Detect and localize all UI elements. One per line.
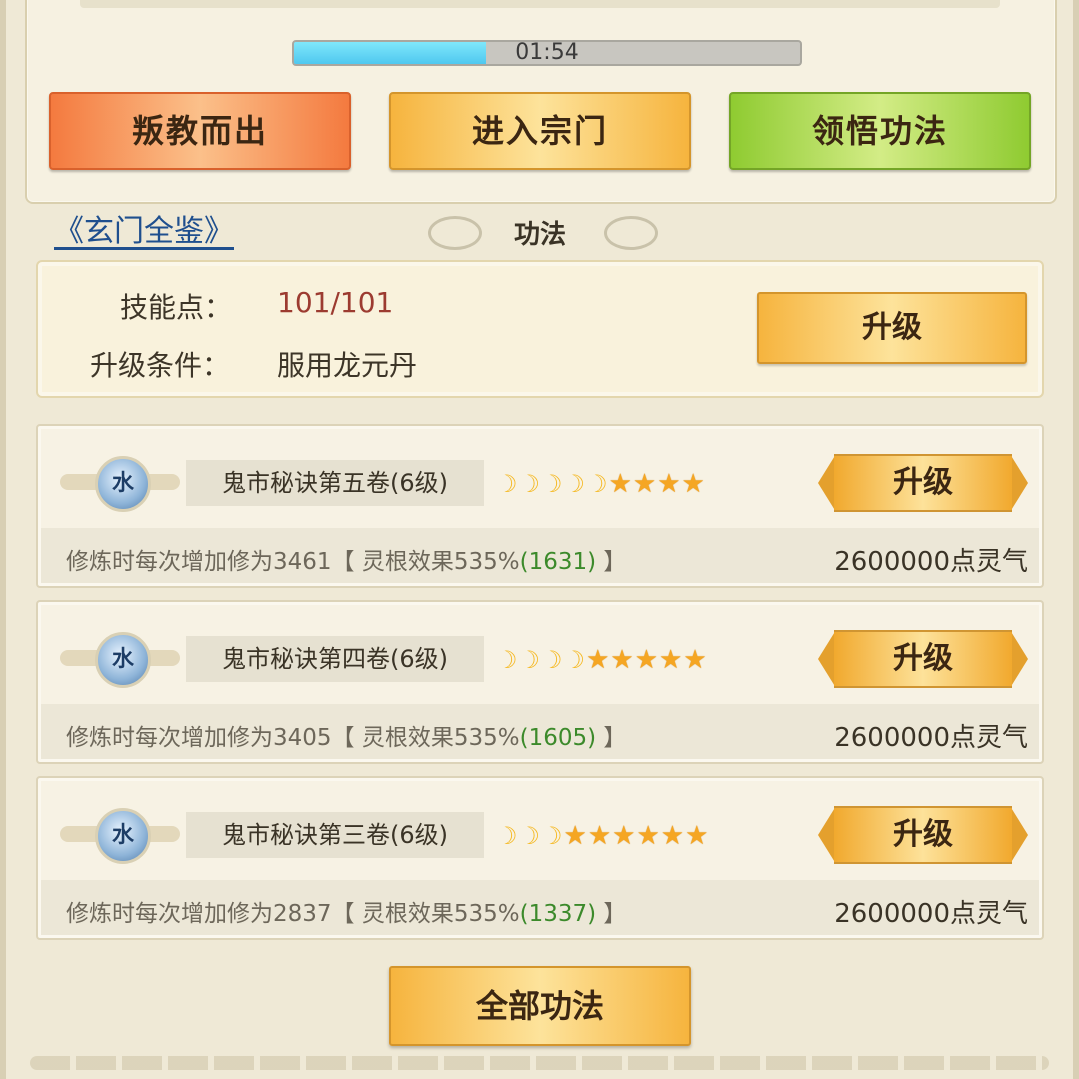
moon-icon: ☽: [496, 470, 518, 498]
skill-upgrade-cost: 2600000点灵气: [834, 723, 1028, 753]
skill-desc-text: 修炼时每次增加修为3461【 灵根效果535%: [66, 549, 520, 575]
leave-sect-button[interactable]: 叛教而出: [49, 92, 351, 170]
skill-desc-bonus: (1631): [519, 549, 597, 575]
moon-icon: ☽: [518, 470, 541, 498]
skill-description: 修炼时每次增加修为2837【 灵根效果535%(1337) 】: [66, 894, 626, 928]
star-icon: ★: [683, 645, 707, 675]
moon-icon: ☽: [496, 646, 518, 674]
star-icon: ★: [586, 645, 610, 675]
star-icon: ★: [681, 469, 705, 499]
skill-upgrade-button[interactable]: 升级: [818, 806, 1028, 864]
star-icon: ★: [660, 821, 685, 851]
skill-upgrade-cost: 2600000点灵气: [834, 899, 1028, 929]
star-icon: ★: [636, 821, 660, 851]
skill-points-upgrade-button[interactable]: 升级: [757, 292, 1027, 364]
element-emblem: 水: [60, 452, 180, 512]
moon-icon: ☽: [541, 646, 563, 674]
element-emblem: 水: [60, 628, 180, 688]
encyclopedia-link[interactable]: 《玄门全鉴》: [54, 206, 234, 250]
star-icon: ★: [612, 821, 636, 851]
skill-desc-text: 修炼时每次增加修为2837【 灵根效果535%: [66, 901, 520, 927]
moon-icon: ☽: [563, 470, 586, 498]
skill-upgrade-button[interactable]: 升级: [818, 454, 1028, 512]
skill-upgrade-label: 升级: [834, 630, 1012, 688]
skill-desc-close: 】: [596, 549, 627, 575]
skill-desc-close: 】: [596, 725, 627, 751]
moon-icon: ☽: [541, 822, 563, 850]
right-frame-border: [1073, 0, 1079, 1079]
skill-card: 水 鬼市秘诀第三卷(6级) ☽ ☽ ☽ ★ ★ ★ ★ ★ ★ 升级 修炼时每次增加修为2837…: [36, 776, 1044, 940]
left-frame-border: [0, 0, 6, 1079]
element-emblem: 水: [60, 804, 180, 864]
bottom-ornament-border: [30, 1056, 1049, 1070]
star-icon: ★: [610, 645, 634, 675]
moon-icon: ☽: [541, 470, 563, 498]
star-icon: ★: [587, 821, 612, 851]
comprehend-skill-button[interactable]: 领悟功法: [729, 92, 1031, 170]
upgrade-condition-value: 服用龙元丹: [277, 349, 418, 382]
skill-upgrade-label: 升级: [834, 806, 1012, 864]
skill-card: 水 鬼市秘诀第五卷(6级) ☽ ☽ ☽ ☽ ☽ ★ ★ ★ ★ 升级 修炼时每次增加修为3461…: [36, 424, 1044, 588]
skill-card: 水 鬼市秘诀第四卷(6级) ☽ ☽ ☽ ☽ ★ ★ ★ ★ ★ 升级 修炼时每次增加修为3405…: [36, 600, 1044, 764]
star-icon: ★: [634, 645, 658, 675]
skill-name: 鬼市秘诀第三卷(6级): [186, 812, 484, 858]
skill-points-value: 101/101: [277, 286, 394, 319]
countdown-timer: 01:54: [515, 40, 579, 65]
water-element-icon: 水: [95, 808, 151, 864]
button-tip-right: [1010, 806, 1028, 864]
skill-rating: ☽ ☽ ☽ ★ ★ ★ ★ ★ ★: [496, 818, 709, 854]
enter-sect-button[interactable]: 进入宗门: [389, 92, 691, 170]
all-skills-button[interactable]: 全部功法: [389, 966, 691, 1046]
skill-desc-bonus: (1605): [519, 725, 597, 751]
skill-desc-text: 修炼时每次增加修为3405【 灵根效果535%: [66, 725, 520, 751]
skill-rating: ☽ ☽ ☽ ☽ ★ ★ ★ ★ ★: [496, 642, 708, 678]
skill-description: 修炼时每次增加修为3461【 灵根效果535%(1631) 】: [66, 542, 626, 576]
water-element-icon: 水: [95, 456, 151, 512]
skill-description: 修炼时每次增加修为3405【 灵根效果535%(1605) 】: [66, 718, 626, 752]
skill-upgrade-label: 升级: [834, 454, 1012, 512]
section-header: 功法: [300, 206, 780, 252]
button-tip-right: [1010, 454, 1028, 512]
skill-upgrade-button[interactable]: 升级: [818, 630, 1028, 688]
skill-name: 鬼市秘诀第五卷(6级): [186, 460, 484, 506]
star-icon: ★: [563, 821, 587, 851]
water-element-icon: 水: [95, 632, 151, 688]
skill-desc-close: 】: [596, 901, 627, 927]
moon-icon: ☽: [518, 822, 541, 850]
skill-points-label: 技能点：: [120, 291, 233, 324]
skill-rating: ☽ ☽ ☽ ☽ ☽ ★ ★ ★ ★: [496, 466, 706, 502]
upgrade-condition-label: 升级条件：: [90, 349, 231, 382]
star-icon: ★: [685, 821, 709, 851]
countdown-progress-bar: 01:54: [292, 40, 802, 66]
section-title: 功法: [513, 220, 566, 250]
moon-icon: ☽: [518, 646, 541, 674]
button-tip-right: [1010, 630, 1028, 688]
moon-icon: ☽: [586, 470, 608, 498]
skill-upgrade-cost: 2600000点灵气: [834, 547, 1028, 577]
star-icon: ★: [632, 469, 657, 499]
skill-desc-bonus: (1337): [519, 901, 597, 927]
moon-icon: ☽: [496, 822, 518, 850]
skill-name: 鬼市秘诀第四卷(6级): [186, 636, 484, 682]
top-panel-strip: [80, 0, 1000, 8]
star-icon: ★: [657, 469, 681, 499]
moon-icon: ☽: [563, 646, 586, 674]
star-icon: ★: [659, 645, 683, 675]
star-icon: ★: [608, 469, 632, 499]
